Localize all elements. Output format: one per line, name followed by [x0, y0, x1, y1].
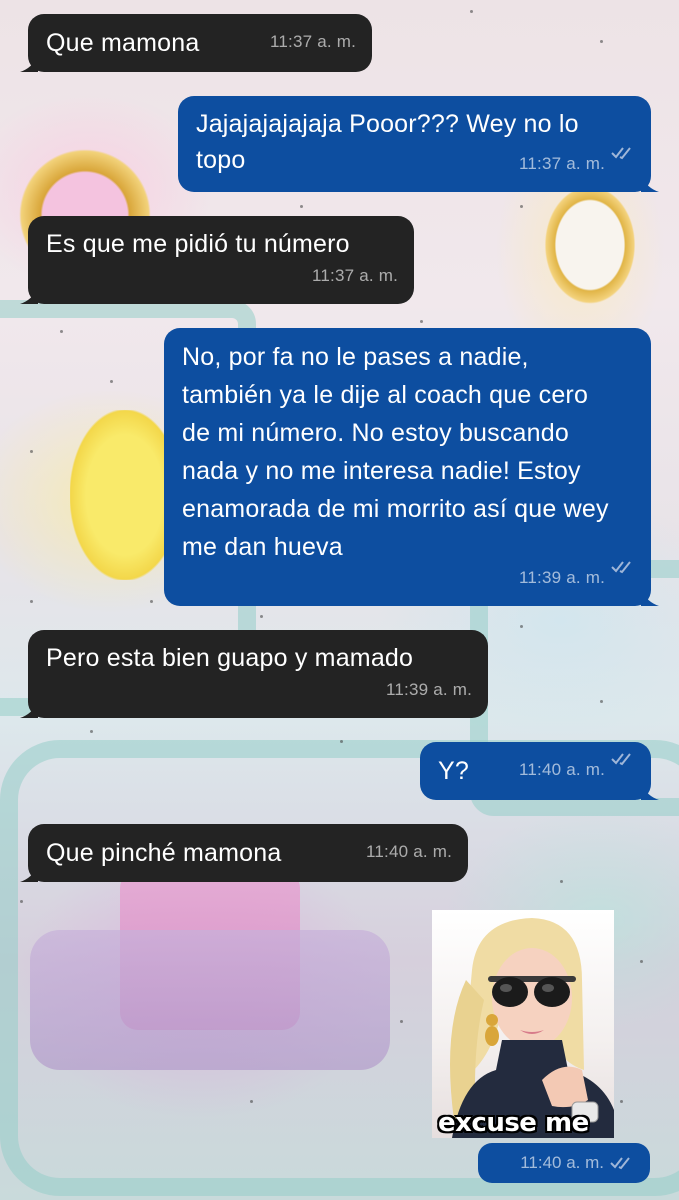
message-meta: 11:40 a. m.: [519, 752, 635, 788]
message-meta: 11:39 a. m.: [519, 560, 635, 596]
double-check-icon: [611, 561, 631, 574]
message-time: 11:37 a. m.: [519, 154, 605, 173]
sticker-caption: excuse me: [438, 1108, 589, 1138]
double-check-icon: [611, 753, 631, 766]
message-meta: 11:37 a. m.: [312, 258, 398, 294]
message-time: 11:39 a. m.: [519, 568, 605, 587]
double-check-icon: [611, 147, 631, 160]
message-incoming[interactable]: Que mamona 11:37 a. m.: [20, 14, 372, 72]
sticker-message[interactable]: excuse me: [432, 910, 614, 1138]
bubble-tail-icon: [20, 56, 38, 72]
bubble-tail-icon: [20, 866, 38, 882]
message-time: 11:39 a. m.: [386, 680, 472, 699]
bubble-tail-icon: [641, 784, 659, 800]
message-meta: 11:37 a. m.: [270, 24, 356, 60]
bubble-tail-icon: [641, 590, 659, 606]
message-outgoing[interactable]: Jajajajajajaja Pooor??? Wey no lo topo 1…: [178, 96, 659, 192]
double-check-icon: [610, 1157, 630, 1170]
message-text: Es que me pidió tu número: [46, 230, 350, 258]
message-meta: 11:40 a. m.: [366, 834, 452, 870]
message-meta: 11:39 a. m.: [386, 672, 472, 708]
message-text: Pero esta bien guapo y mamado: [46, 644, 414, 672]
message-meta: 11:37 a. m.: [519, 146, 635, 182]
message-time: 11:37 a. m.: [312, 266, 398, 285]
message-time: 11:37 a. m.: [270, 32, 356, 51]
bubble-tail-icon: [641, 176, 659, 192]
bubble-tail-icon: [20, 702, 38, 718]
message-incoming[interactable]: Es que me pidió tu número 11:37 a. m.: [20, 216, 414, 304]
message-outgoing[interactable]: Y? 11:40 a. m.: [420, 742, 659, 800]
message-text: No, por fa no le pases a nadie, también …: [182, 343, 609, 561]
message-incoming[interactable]: Pero esta bien guapo y mamado 11:39 a. m…: [20, 630, 488, 718]
message-time: 11:40 a. m.: [520, 1153, 604, 1172]
message-time: 11:40 a. m.: [366, 842, 452, 861]
sticker-image: [450, 918, 614, 1138]
sticker-meta: 11:40 a. m.: [478, 1143, 650, 1183]
message-outgoing[interactable]: No, por fa no le pases a nadie, también …: [164, 328, 659, 606]
message-time: 11:40 a. m.: [519, 760, 605, 779]
bubble-tail-icon: [20, 288, 38, 304]
message-incoming[interactable]: Que pinché mamona 11:40 a. m.: [20, 824, 468, 882]
